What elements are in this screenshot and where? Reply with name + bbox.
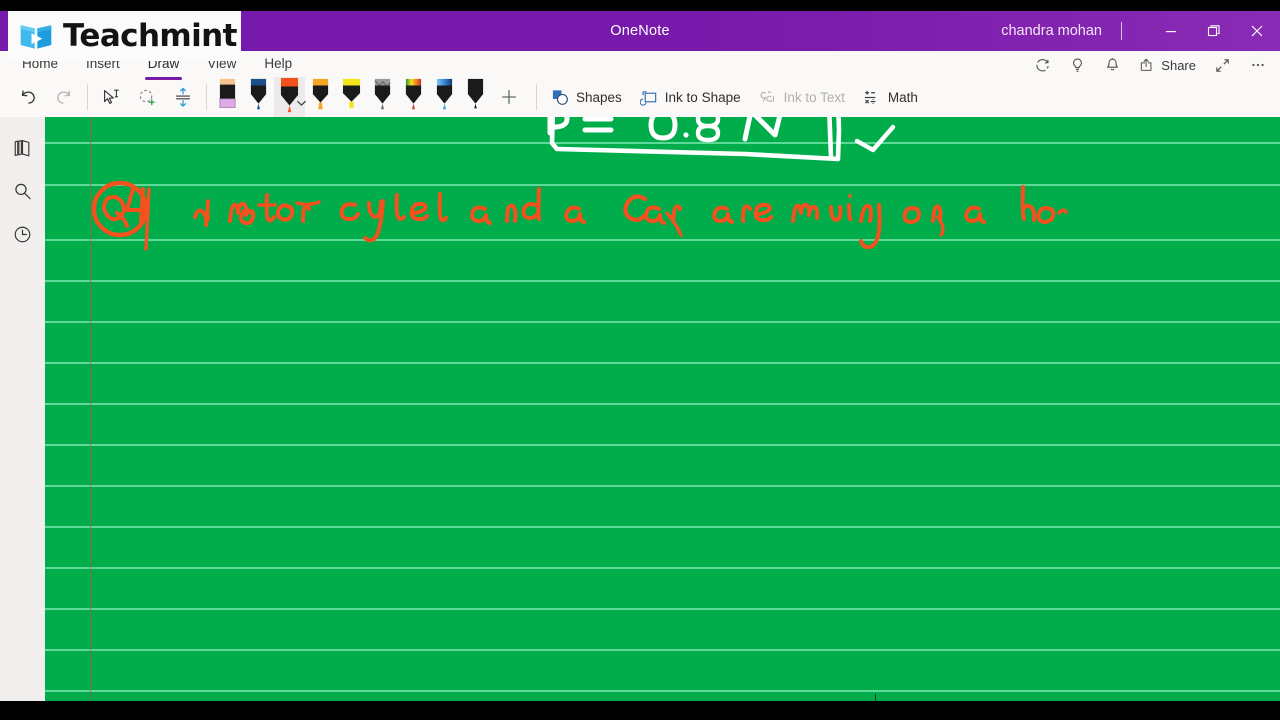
shapes-button[interactable]: Shapes: [542, 80, 631, 114]
lasso-select-button[interactable]: [93, 79, 129, 115]
shapes-icon: [552, 89, 568, 105]
note-canvas[interactable]: [45, 117, 1280, 701]
teachmint-logo[interactable]: Teachmint: [8, 11, 241, 61]
ink-selection-button[interactable]: [129, 79, 165, 115]
share-icon: [1141, 58, 1152, 71]
ink-layer: [91, 117, 1068, 251]
sync-button[interactable]: [1026, 51, 1059, 79]
onenote-window: OneNote chandra mohan Teachmint Home Ins…: [0, 0, 1280, 720]
book-play-icon: [20, 25, 52, 49]
highlighter-orange[interactable]: [305, 77, 336, 117]
more-options-button[interactable]: [1241, 51, 1274, 79]
more-options-icon: [1251, 63, 1264, 67]
ink-selection-icon: [139, 89, 155, 106]
expand-ribbon-button[interactable]: [1206, 51, 1239, 79]
lasso-select-icon: [103, 89, 119, 105]
account-name[interactable]: chandra mohan: [1001, 11, 1102, 51]
draw-toolbar: Shapes Ink to Shape Ink to Text Math: [0, 77, 1280, 117]
math-label: Math: [887, 89, 918, 105]
left-rail: [0, 117, 45, 701]
pen-rainbow[interactable]: [398, 77, 429, 117]
toolbar-divider-2: [206, 84, 207, 110]
bottom-bar: [0, 701, 1280, 720]
pen-black[interactable]: [460, 77, 491, 117]
close-button[interactable]: [1234, 11, 1280, 51]
insert-space-icon: [176, 87, 190, 107]
redo-button[interactable]: [46, 79, 82, 115]
restore-icon: [1207, 25, 1220, 37]
pen-icon: [250, 78, 267, 110]
ink-answer-box: [547, 117, 896, 162]
minimize-button[interactable]: [1148, 11, 1194, 51]
pen-icon: [405, 78, 422, 110]
pen-icon: [374, 78, 391, 110]
sync-icon: [1036, 58, 1050, 71]
ink-to-text-label: Ink to Text: [783, 89, 845, 105]
share-label: Share: [1161, 57, 1196, 73]
add-pen-button[interactable]: [491, 79, 527, 115]
sidebar-item-recent-notes[interactable]: [0, 213, 45, 255]
ink-to-shape-button[interactable]: Ink to Shape: [631, 80, 750, 114]
pen-icon: [436, 78, 453, 110]
eraser-tool[interactable]: [212, 77, 243, 117]
insert-space-button[interactable]: [165, 79, 201, 115]
redo-icon: [57, 90, 71, 104]
highlighter-yellow[interactable]: [336, 77, 367, 117]
lightbulb-icon: [1073, 58, 1083, 72]
bell-icon: [1106, 57, 1119, 70]
highlighter-icon: [342, 78, 361, 109]
ink-to-shape-label: Ink to Shape: [664, 89, 741, 105]
expand-icon: [1216, 58, 1229, 72]
share-button[interactable]: Share: [1131, 51, 1204, 79]
sidebar-item-search[interactable]: [0, 170, 45, 212]
undo-button[interactable]: [10, 79, 46, 115]
notebooks-icon: [14, 139, 30, 156]
pen-icon: [467, 78, 484, 109]
undo-icon: [21, 90, 35, 104]
ink-to-text-icon: [760, 90, 774, 102]
pen-galaxy[interactable]: [429, 77, 460, 117]
sidebar-item-notebooks[interactable]: [0, 127, 45, 169]
notifications-button[interactable]: [1096, 51, 1129, 79]
highlighter-icon: [312, 78, 329, 110]
title-bar-divider: [1121, 22, 1122, 40]
tell-me-button[interactable]: [1061, 51, 1094, 79]
title-bar-top-strip: [0, 0, 1280, 11]
toolbar-divider-3: [536, 84, 537, 110]
eraser-icon: [219, 78, 236, 108]
minimize-icon: [1166, 31, 1176, 33]
toolbar-divider: [87, 84, 88, 110]
pen-gray[interactable]: [367, 77, 398, 117]
pen-blue[interactable]: [243, 77, 274, 117]
teachmint-wordmark: Teachmint: [63, 17, 237, 54]
ink-to-shape-icon: [639, 90, 657, 106]
shapes-label: Shapes: [576, 89, 622, 105]
tab-help[interactable]: Help: [250, 51, 306, 77]
math-icon: [864, 90, 876, 104]
ribbon-right-actions: Share: [1026, 51, 1274, 79]
search-icon: [15, 183, 31, 199]
close-icon: [1251, 25, 1263, 37]
maximize-button[interactable]: [1191, 11, 1237, 51]
ink-to-text-button[interactable]: Ink to Text: [750, 80, 854, 114]
math-button[interactable]: Math: [854, 80, 927, 114]
ink-question-4: [91, 180, 1068, 251]
recent-notes-icon: [14, 226, 31, 242]
add-pen-icon: [502, 90, 516, 104]
pen-orange[interactable]: [274, 77, 307, 117]
